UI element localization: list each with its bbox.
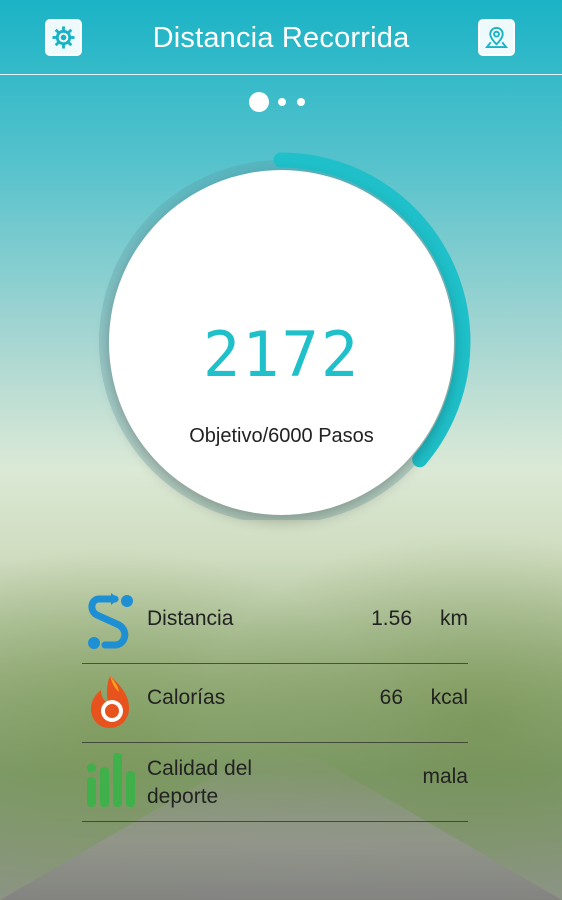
page-dot[interactable] [278, 98, 286, 106]
page-dot[interactable] [297, 98, 305, 106]
map-button[interactable] [478, 19, 515, 56]
stat-label: Calorías [147, 686, 226, 709]
stat-label: Calidad del deporte [147, 755, 252, 811]
stat-unit: kcal [430, 686, 468, 709]
stat-row-distance: Distancia 1.56 km [82, 585, 468, 664]
stat-label-line1: Calidad del [147, 757, 253, 780]
app-header: Distancia Recorrida [0, 0, 562, 75]
page-dot-active[interactable] [249, 92, 269, 112]
stats-list: Distancia 1.56 km Calorías 66 kcal Calid… [82, 585, 468, 822]
stat-row-quality: Calidad del deporte mala [82, 743, 468, 822]
stat-row-calories: Calorías 66 kcal [82, 664, 468, 743]
calories-flame-icon [91, 676, 129, 728]
stat-value: 66 [379, 686, 403, 709]
steps-progress-ring: 2172 Objetivo/6000 Pasos [89, 150, 473, 520]
stat-label-line2: deporte [147, 785, 219, 808]
stat-unit: km [440, 607, 468, 630]
distance-icon [88, 593, 133, 649]
step-count: 2172 [202, 318, 361, 391]
stat-value: mala [422, 765, 468, 788]
steps-circle: 2172 Objetivo/6000 Pasos [109, 170, 454, 515]
map-location-icon [485, 26, 508, 49]
quality-bars-icon [87, 753, 135, 807]
goal-text: Objetivo/6000 Pasos [189, 425, 374, 447]
stat-value: 1.56 [371, 607, 412, 630]
stat-label: Distancia [147, 607, 234, 630]
